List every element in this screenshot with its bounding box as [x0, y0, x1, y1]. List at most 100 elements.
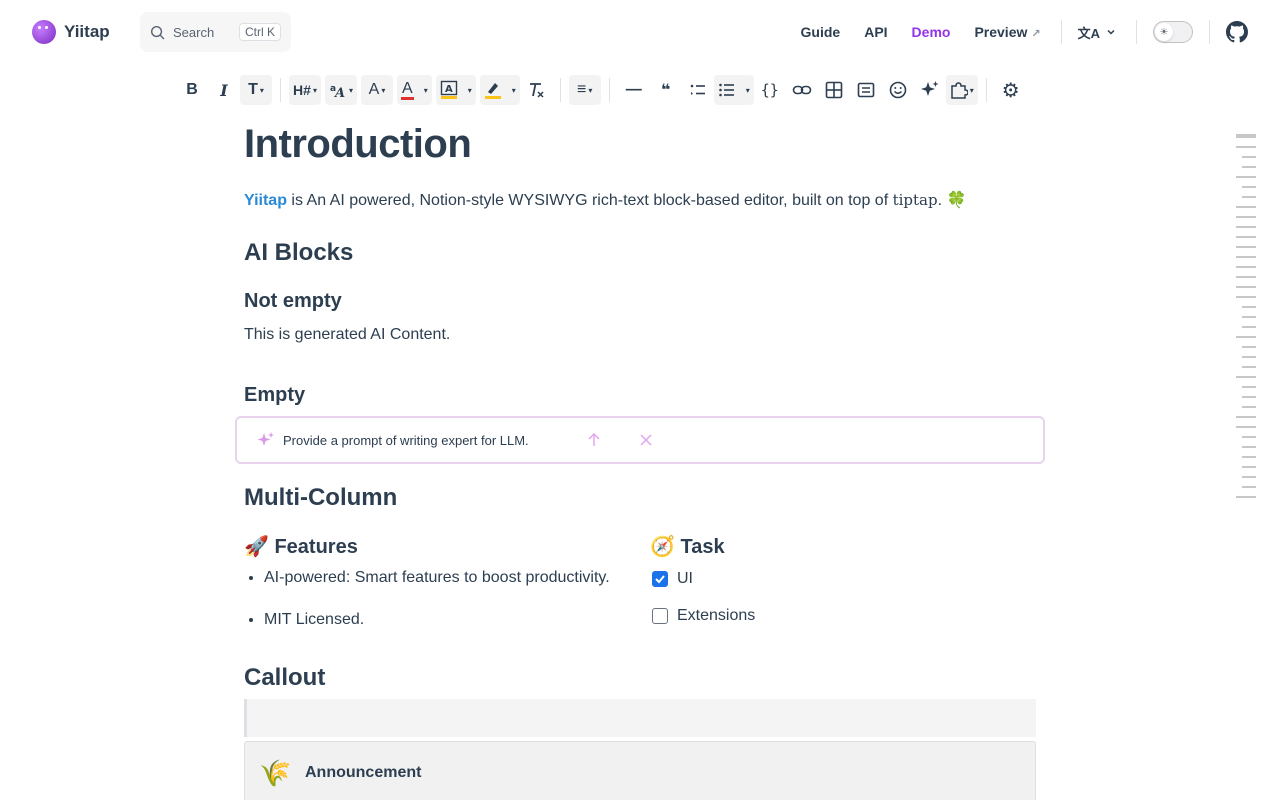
nav-api-link[interactable]: API: [864, 24, 887, 40]
nav-preview-link[interactable]: Preview ↗: [974, 24, 1040, 40]
minimap-line: [1236, 496, 1256, 498]
check-icon: [655, 575, 665, 584]
settings-button[interactable]: ⚙: [995, 75, 1027, 105]
sparkles-icon: [257, 432, 274, 446]
multi-column-heading: Multi-Column: [244, 484, 398, 511]
minimap-line: [1236, 226, 1256, 228]
callout-button[interactable]: [850, 75, 882, 105]
callout-icon: [857, 82, 875, 98]
checkbox-unchecked[interactable]: [652, 608, 668, 624]
tiptap-text: tiptap: [892, 191, 938, 209]
minimap-line: [1236, 416, 1256, 418]
generated-content: This is generated AI Content.: [244, 326, 451, 343]
preview-label: Preview: [974, 24, 1028, 40]
translate-icon: 文A: [1077, 25, 1100, 41]
minimap-line: [1236, 376, 1256, 378]
font-color-dropdown[interactable]: A ▾: [397, 75, 432, 105]
background-color-dropdown[interactable]: A ▾: [435, 75, 476, 105]
theme-toggle[interactable]: ☀: [1153, 21, 1193, 43]
close-icon[interactable]: [629, 433, 663, 447]
logo-mark-icon: [32, 20, 56, 44]
nav-links: Guide API Demo Preview ↗ 文A ☀: [777, 0, 1280, 64]
font-family-dropdown[interactable]: aA ▾: [325, 75, 358, 105]
arrow-up-icon[interactable]: [577, 432, 611, 448]
not-empty-heading: Not empty: [244, 290, 342, 312]
outline-minimap[interactable]: [1234, 134, 1256, 506]
link-button[interactable]: [786, 75, 818, 105]
minimap-line: [1242, 486, 1256, 488]
yiitap-link[interactable]: Yiitap: [244, 192, 287, 209]
clover-icon: 🍀: [946, 192, 967, 209]
minimap-line: [1242, 366, 1256, 368]
minimap-line: [1236, 266, 1256, 268]
features-heading: 🚀 Features: [244, 536, 358, 558]
heading-dropdown[interactable]: H# ▾: [289, 75, 321, 105]
minimap-line: [1242, 476, 1256, 478]
task-item: Extensions: [652, 607, 755, 625]
blockquote-button[interactable]: ❝: [650, 75, 682, 105]
chevron-down-icon: [1107, 29, 1115, 35]
nav-divider: [1209, 20, 1210, 44]
align-dropdown[interactable]: ≡ ▾: [568, 75, 601, 105]
minimap-line: [1242, 446, 1256, 448]
ai-prompt-input[interactable]: Provide a prompt of writing expert for L…: [283, 433, 577, 448]
language-switcher[interactable]: 文A: [1078, 23, 1116, 42]
empty-callout-block[interactable]: [244, 699, 1036, 737]
italic-button[interactable]: I: [208, 75, 240, 105]
font-size-label: A: [368, 81, 380, 98]
minimap-line: [1242, 386, 1256, 388]
caret-icon: ▾: [969, 85, 974, 95]
bullet-list-dropdown[interactable]: ▾: [713, 75, 754, 105]
intro-paragraph: Yiitap is An AI powered, Notion-style WY…: [244, 190, 966, 210]
caret-icon: ▾: [312, 85, 317, 95]
emoji-button[interactable]: [882, 75, 914, 105]
clear-format-button[interactable]: [520, 75, 552, 105]
highlight-dropdown[interactable]: ▾: [479, 75, 520, 105]
background-color-icon: A: [440, 80, 457, 99]
text-type-dropdown[interactable]: T ▾: [240, 75, 272, 105]
announcement-callout[interactable]: 🌾 Announcement: [244, 741, 1036, 800]
ai-prompt-block[interactable]: Provide a prompt of writing expert for L…: [235, 416, 1045, 464]
caret-icon: ▾: [423, 85, 428, 95]
extension-dropdown[interactable]: ▾: [945, 75, 978, 105]
code-block-button[interactable]: {}: [754, 75, 786, 105]
external-link-icon: ↗: [1031, 28, 1041, 40]
puzzle-icon: [951, 82, 968, 99]
table-button[interactable]: [818, 75, 850, 105]
font-size-dropdown[interactable]: A ▾: [361, 75, 394, 105]
list-item: AI-powered: Smart features to boost prod…: [264, 568, 610, 588]
github-icon[interactable]: [1226, 21, 1248, 43]
ordered-list-button[interactable]: [682, 75, 714, 105]
search-button[interactable]: Search Ctrl K: [140, 12, 291, 52]
task-label: UI: [677, 570, 693, 587]
checkbox-checked[interactable]: [652, 571, 668, 587]
top-navbar: Yiitap Search Ctrl K Guide API Demo Prev…: [0, 0, 1280, 64]
minimap-line: [1236, 236, 1256, 238]
minimap-line: [1242, 396, 1256, 398]
bold-button[interactable]: B: [176, 75, 208, 105]
minimap-line: [1236, 276, 1256, 278]
task-label: Extensions: [677, 607, 756, 624]
ai-blocks-heading: AI Blocks: [244, 239, 354, 266]
minimap-line: [1242, 306, 1256, 308]
nav-guide-link[interactable]: Guide: [801, 24, 841, 40]
italic-label: I: [220, 80, 228, 100]
horizontal-rule-button[interactable]: —: [618, 75, 650, 105]
toolbar-divider: [559, 78, 561, 102]
rice-icon: 🌾: [259, 757, 292, 788]
minimap-line: [1242, 186, 1256, 188]
logo[interactable]: Yiitap: [32, 20, 110, 44]
smile-icon: [889, 81, 907, 99]
align-center-icon: ≡: [577, 81, 587, 98]
nav-demo-link[interactable]: Demo: [912, 24, 951, 40]
toolbar-divider: [985, 78, 987, 102]
minimap-line: [1236, 216, 1256, 218]
ai-button[interactable]: [914, 75, 946, 105]
toolbar-divider: [608, 78, 610, 102]
caret-icon: ▾: [381, 85, 386, 95]
task-heading: 🧭 Task: [650, 536, 725, 558]
callout-heading: Callout: [244, 664, 326, 691]
minimap-line: [1242, 356, 1256, 358]
minimap-line: [1242, 196, 1256, 198]
minimap-line: [1242, 466, 1256, 468]
